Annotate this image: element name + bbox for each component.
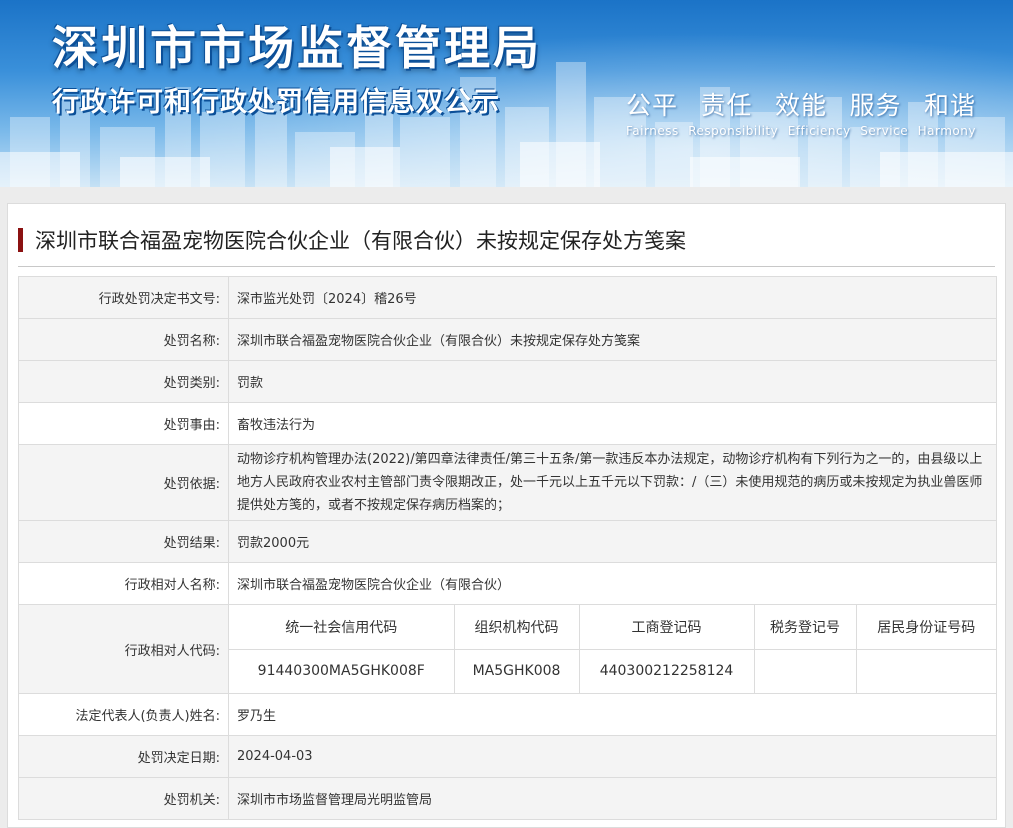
heading-divider [18, 266, 995, 267]
slogan-efficiency-en: Efficiency [787, 124, 851, 138]
row-label: 处罚机关: [18, 777, 229, 820]
table-row: 处罚名称: 深圳市联合福盈宠物医院合伙企业（有限合伙）未按规定保存处方笺案 [18, 318, 997, 361]
table-row: 处罚事由: 畜牧违法行为 [18, 402, 997, 445]
row-label: 行政处罚决定书文号: [18, 276, 229, 319]
row-value: 动物诊疗机构管理办法(2022)/第四章法律责任/第三十五条/第一款违反本办法规… [228, 444, 997, 521]
row-label: 处罚名称: [18, 318, 229, 361]
heading-accent-bar [18, 228, 23, 252]
org-code-value: MA5GHK008 [453, 648, 580, 693]
row-label: 行政相对人名称: [18, 562, 229, 605]
slogan-service: 服务 [849, 91, 902, 120]
row-label: 行政相对人代码: [18, 604, 229, 694]
row-label: 处罚结果: [18, 520, 229, 563]
row-label: 处罚类别: [18, 360, 229, 403]
case-title: 深圳市联合福盈宠物医院合伙企业（有限合伙）未按规定保存处方笺案 [35, 229, 686, 253]
table-row: 行政相对人名称: 深圳市联合福盈宠物医院合伙企业（有限合伙） [18, 562, 997, 605]
row-value: 深市监光处罚〔2024〕稽26号 [228, 276, 997, 319]
row-value: 深圳市联合福盈宠物医院合伙企业（有限合伙）未按规定保存处方笺案 [228, 318, 997, 361]
row-label: 处罚决定日期: [18, 735, 229, 778]
table-row: 处罚结果: 罚款2000元 [18, 520, 997, 563]
penalty-info-table: 行政处罚决定书文号: 深市监光处罚〔2024〕稽26号 处罚名称: 深圳市联合福… [18, 276, 997, 820]
codes-header: 工商登记码 [578, 605, 755, 650]
row-value: 畜牧违法行为 [228, 402, 997, 445]
codes-header: 组织机构代码 [453, 605, 580, 650]
row-value: 深圳市联合福盈宠物医院合伙企业（有限合伙） [228, 562, 997, 605]
portal-subtitle: 行政许可和行政处罚信用信息双公示 [52, 87, 500, 118]
slogan-service-en: Service [860, 124, 909, 138]
table-row: 处罚依据: 动物诊疗机构管理办法(2022)/第四章法律责任/第三十五条/第一款… [18, 444, 997, 521]
tax-reg-value [753, 648, 857, 693]
slogan-harmony-en: Harmony [917, 124, 976, 138]
slogan-responsibility: 责任 [700, 91, 753, 120]
slogan-harmony: 和谐 [923, 91, 976, 120]
codes-header-row: 统一社会信用代码 组织机构代码 工商登记码 税务登记号 居民身份证号码 [229, 605, 996, 650]
id-card-value [855, 648, 996, 693]
table-row: 处罚决定日期: 2024-04-03 [18, 735, 997, 778]
row-value: 2024-04-03 [228, 735, 997, 778]
case-heading: 深圳市联合福盈宠物医院合伙企业（有限合伙）未按规定保存处方笺案 [18, 226, 686, 254]
slogan-responsibility-en: Responsibility [688, 124, 779, 138]
codes-header: 统一社会信用代码 [229, 605, 455, 650]
credit-code-value: 91440300MA5GHK008F [229, 648, 455, 693]
row-value: 罚款2000元 [228, 520, 997, 563]
slogan-fairness-en: Fairness [626, 124, 679, 138]
agency-title: 深圳市市场监督管理局 [52, 21, 542, 75]
slogan-chinese: 公平 责任 效能 服务 和谐 [626, 86, 976, 122]
header-banner: 深圳市市场监督管理局 行政许可和行政处罚信用信息双公示 公平 责任 效能 服务 … [0, 0, 1013, 187]
slogan-efficiency: 效能 [774, 91, 827, 120]
codes-table: 统一社会信用代码 组织机构代码 工商登记码 税务登记号 居民身份证号码 9144… [229, 605, 996, 693]
slogan-fairness: 公平 [626, 91, 679, 120]
row-label: 处罚事由: [18, 402, 229, 445]
codes-cell: 统一社会信用代码 组织机构代码 工商登记码 税务登记号 居民身份证号码 9144… [228, 604, 997, 694]
codes-header: 税务登记号 [753, 605, 857, 650]
table-row: 处罚类别: 罚款 [18, 360, 997, 403]
codes-header: 居民身份证号码 [855, 605, 996, 650]
table-row: 处罚机关: 深圳市市场监督管理局光明监管局 [18, 777, 997, 820]
row-label: 法定代表人(负责人)姓名: [18, 693, 229, 736]
table-row: 法定代表人(负责人)姓名: 罗乃生 [18, 693, 997, 736]
business-reg-value: 440300212258124 [578, 648, 755, 693]
slogan-english: Fairness Responsibility Efficiency Servi… [626, 124, 976, 138]
row-value: 罗乃生 [228, 693, 997, 736]
table-row: 行政处罚决定书文号: 深市监光处罚〔2024〕稽26号 [18, 276, 997, 319]
table-row-codes: 行政相对人代码: 统一社会信用代码 组织机构代码 工商登记码 税务登记号 居民身… [18, 604, 997, 694]
row-value: 罚款 [228, 360, 997, 403]
row-label: 处罚依据: [18, 444, 229, 521]
row-value: 深圳市市场监督管理局光明监管局 [228, 777, 997, 820]
slogan-group: 公平 责任 效能 服务 和谐 Fairness Responsibility E… [626, 86, 976, 138]
codes-value-row: 91440300MA5GHK008F MA5GHK008 44030021225… [229, 648, 996, 693]
case-detail-panel: 深圳市联合福盈宠物医院合伙企业（有限合伙）未按规定保存处方笺案 行政处罚决定书文… [7, 203, 1006, 828]
